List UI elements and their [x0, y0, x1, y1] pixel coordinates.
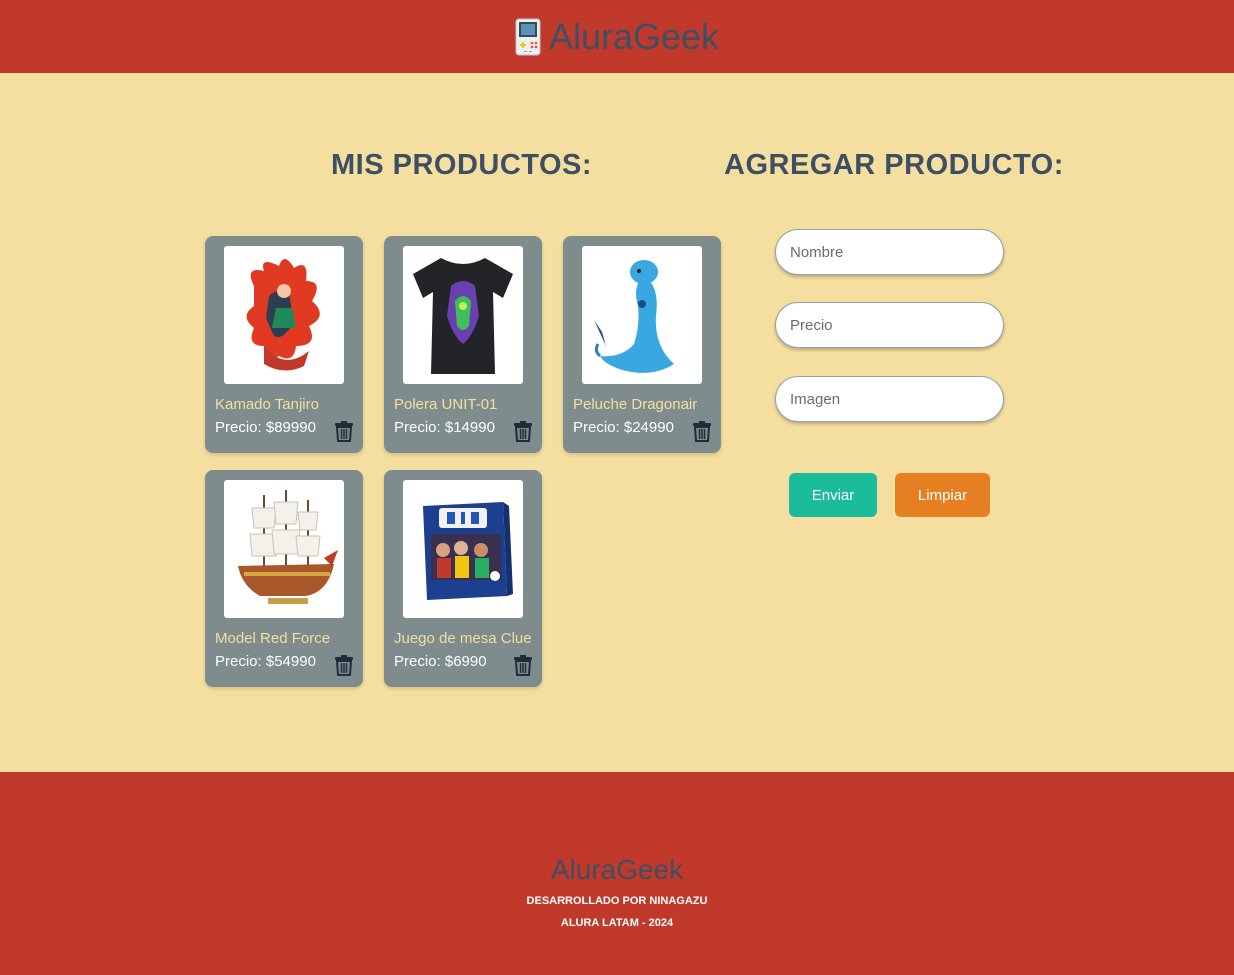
product-name: Peluche Dragonair	[573, 396, 698, 413]
footer-brand: AluraGeek	[550, 854, 684, 885]
site-footer: AluraGeek DESARROLLADO POR NINAGAZU ALUR…	[0, 772, 1234, 975]
add-product-title: AGREGAR PRODUCTO:	[724, 149, 1064, 181]
product-card: Peluche Dragonair Precio: $24990	[563, 236, 721, 453]
product-image	[403, 246, 523, 384]
send-button[interactable]: Enviar	[789, 473, 877, 517]
price-field[interactable]	[775, 302, 1004, 348]
brand-name: AluraGeek	[548, 15, 720, 57]
dragon-plush-icon	[594, 250, 674, 373]
tshirt-icon	[413, 258, 513, 374]
board-game-icon	[423, 502, 513, 600]
product-image	[403, 480, 523, 618]
trash-icon[interactable]	[513, 654, 533, 676]
image-field[interactable]	[775, 376, 1004, 422]
product-name: Model Red Force	[215, 630, 331, 647]
brand-logo[interactable]: AluraGeek	[515, 18, 719, 56]
gameboy-icon	[515, 18, 541, 55]
product-card: Model Red Force Precio: $54990	[205, 470, 363, 687]
footer-credits: DESARROLLADO POR NINAGAZU	[526, 895, 708, 907]
product-image	[582, 246, 702, 384]
trash-icon[interactable]	[692, 420, 712, 442]
product-image	[224, 246, 344, 384]
product-price: Precio: $54990	[215, 653, 316, 670]
product-price: Precio: $14990	[394, 419, 495, 436]
main-content: MIS PRODUCTOS: AGREGAR PRODUCTO: Kamado …	[0, 73, 1234, 772]
ship-model-icon	[238, 490, 338, 604]
product-name: Kamado Tanjiro	[215, 396, 319, 413]
product-name: Juego de mesa Clue	[394, 630, 532, 647]
site-header: AluraGeek	[0, 0, 1234, 73]
product-price: Precio: $24990	[573, 419, 674, 436]
product-name: Polera UNIT-01	[394, 396, 498, 413]
clear-button[interactable]: Limpiar	[895, 473, 990, 517]
anime-figure-icon	[246, 258, 320, 371]
product-card: Juego de mesa Clue Precio: $6990	[384, 470, 542, 687]
product-card: Polera UNIT-01 Precio: $14990	[384, 236, 542, 453]
product-card: Kamado Tanjiro Precio: $89990	[205, 236, 363, 453]
trash-icon[interactable]	[513, 420, 533, 442]
product-price: Precio: $6990	[394, 653, 487, 670]
trash-icon[interactable]	[334, 654, 354, 676]
footer-copyright: ALURA LATAM - 2024	[560, 917, 674, 929]
trash-icon[interactable]	[334, 420, 354, 442]
product-price: Precio: $89990	[215, 419, 316, 436]
name-field[interactable]	[775, 229, 1004, 275]
products-section-title: MIS PRODUCTOS:	[331, 149, 593, 181]
product-image	[224, 480, 344, 618]
